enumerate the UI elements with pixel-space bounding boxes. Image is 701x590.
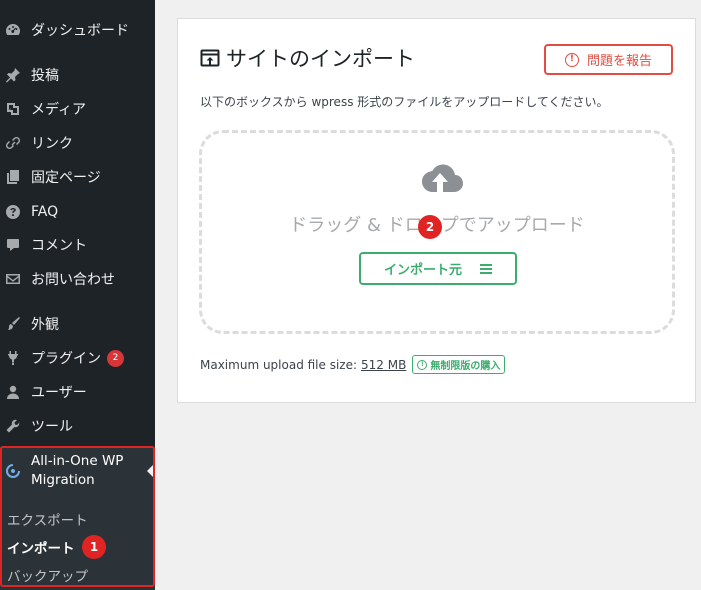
report-issue-label: 問題を報告	[586, 54, 652, 69]
import-description: 以下のボックスから wpress 形式のファイルをアップロードしてください。	[200, 95, 609, 109]
brush-icon	[5, 316, 21, 332]
sidebar-item-plugins[interactable]: プラグイン 2	[0, 343, 155, 373]
sidebar-item-label: コメント	[31, 238, 87, 254]
sidebar-item-users[interactable]: ユーザー	[0, 377, 155, 407]
annotation-badge-2: 2	[418, 215, 442, 239]
page-icon	[5, 169, 21, 185]
report-issue-button[interactable]: ! 問題を報告	[544, 44, 673, 75]
mail-icon	[5, 271, 21, 287]
max-upload-info: Maximum upload file size: 512 MB ! 無制限版の…	[200, 355, 506, 374]
max-upload-label: Maximum upload file size:	[200, 357, 358, 372]
sidebar-item-links[interactable]: リンク	[0, 128, 155, 158]
dashboard-icon	[5, 22, 21, 38]
highlight-frame	[0, 446, 155, 587]
media-icon	[5, 101, 21, 117]
wrench-icon	[5, 418, 21, 434]
sidebar-item-label: メディア	[31, 102, 87, 118]
import-panel: サイトのインポート ! 問題を報告 以下のボックスから wpress 形式のファ…	[177, 18, 696, 403]
sidebar-item-label: 外観	[31, 317, 59, 333]
sidebar-item-media[interactable]: メディア	[0, 94, 155, 124]
sidebar-item-posts[interactable]: 投稿	[0, 60, 155, 90]
sidebar-item-label: ダッシュボード	[31, 23, 129, 39]
sidebar-item-label: 投稿	[31, 68, 59, 84]
import-from-button[interactable]: インポート元	[359, 252, 517, 285]
sidebar-item-label: リンク	[31, 136, 73, 152]
menu-icon	[480, 263, 492, 274]
sidebar-item-label: プラグイン	[31, 351, 101, 367]
sidebar-item-tools[interactable]: ツール	[0, 411, 155, 441]
sidebar-item-label: お問い合わせ	[31, 272, 115, 288]
sidebar-item-contact[interactable]: お問い合わせ	[0, 264, 155, 294]
sidebar-item-label: ツール	[31, 419, 73, 435]
plugin-icon	[5, 350, 21, 366]
comment-icon	[5, 237, 21, 253]
sidebar-item-faq[interactable]: FAQ	[0, 197, 155, 227]
cloud-upload-icon	[422, 164, 463, 192]
sidebar-item-label: ユーザー	[31, 385, 87, 401]
sidebar-item-pages[interactable]: 固定ページ	[0, 162, 155, 192]
max-upload-size: 512 MB	[361, 357, 407, 372]
import-from-label: インポート元	[383, 263, 462, 278]
info-icon: !	[417, 359, 428, 370]
sidebar-item-label: 固定ページ	[31, 170, 101, 186]
buy-unlimited-label: 無制限版の購入	[430, 361, 501, 372]
page-title-text: サイトのインポート	[226, 47, 415, 71]
sidebar-item-label: FAQ	[31, 204, 59, 220]
question-icon	[5, 204, 21, 220]
import-icon	[200, 49, 220, 67]
admin-sidebar: ダッシュボード 投稿 メディア リンク 固定ページ FAQ コメント お問い合わ…	[0, 0, 155, 590]
user-icon	[5, 384, 21, 400]
link-icon	[5, 135, 21, 151]
alert-icon: !	[564, 52, 579, 67]
sidebar-item-dashboard[interactable]: ダッシュボード	[0, 15, 155, 45]
buy-unlimited-button[interactable]: ! 無制限版の購入	[412, 355, 506, 374]
page-title: サイトのインポート	[200, 43, 415, 73]
sidebar-item-appearance[interactable]: 外観	[0, 309, 155, 339]
annotation-badge-1: 1	[82, 535, 106, 559]
plugin-update-badge: 2	[107, 349, 124, 367]
file-drop-zone[interactable]: ドラッグ & ドロップでアップロード インポート元 2	[199, 130, 675, 334]
sidebar-item-comments[interactable]: コメント	[0, 230, 155, 260]
pin-icon	[5, 67, 21, 83]
